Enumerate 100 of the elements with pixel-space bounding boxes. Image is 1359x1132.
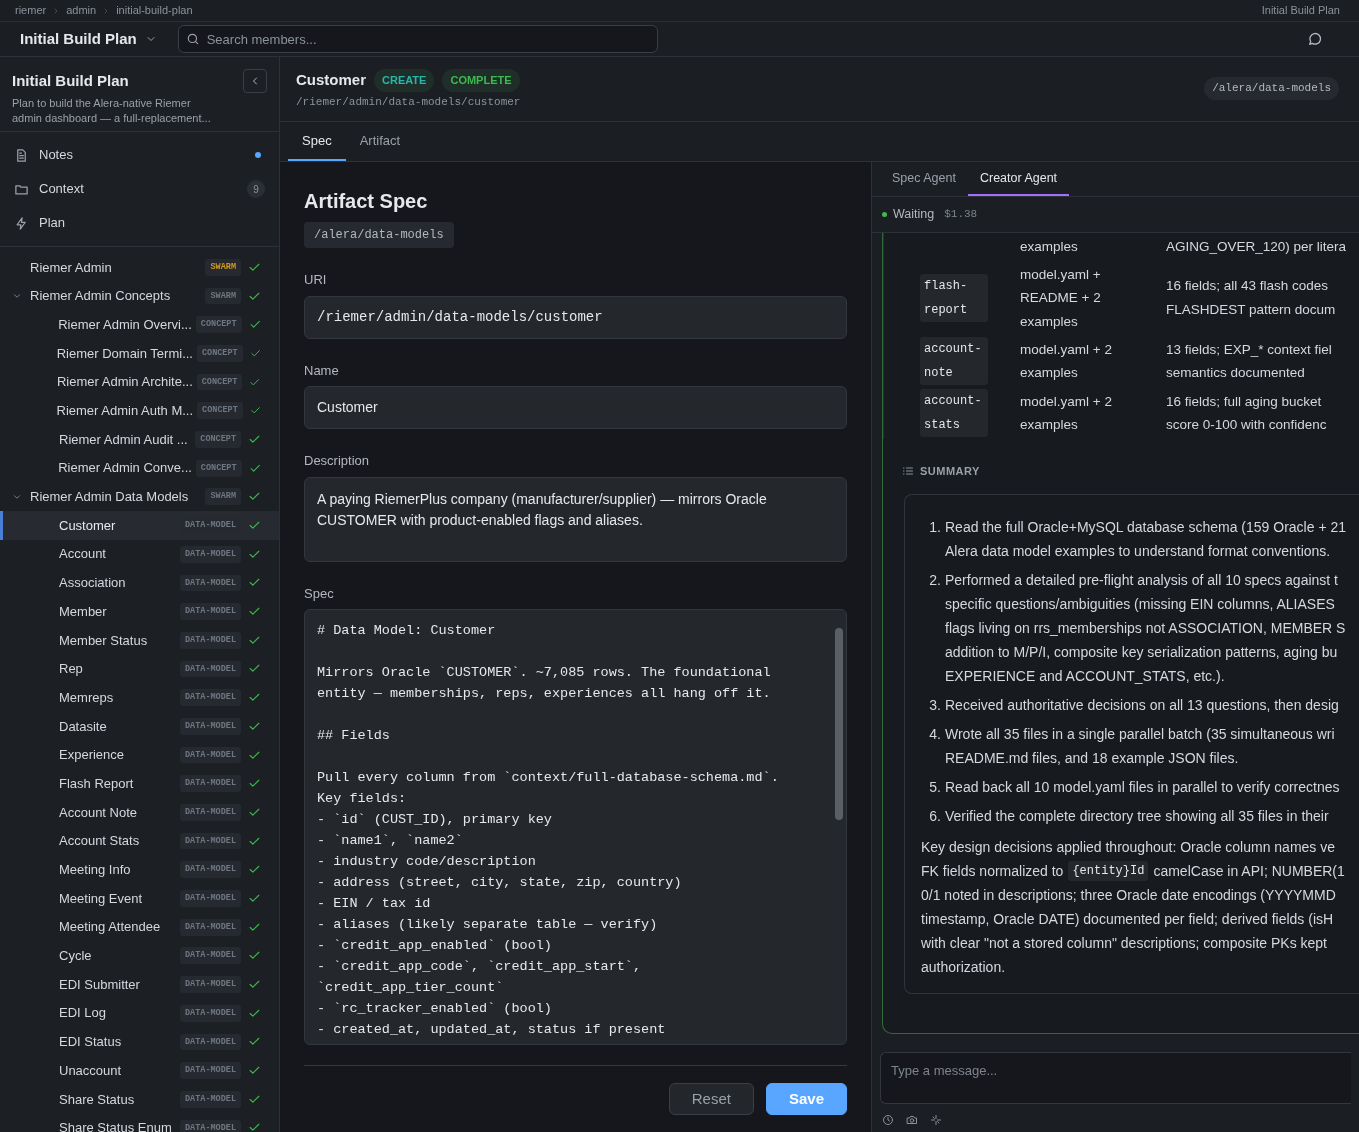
table-cell-text: model.yaml + 2 [1020, 392, 1113, 411]
tree-item[interactable]: Member Status DATA-MODEL [0, 625, 279, 655]
lightning-icon [14, 215, 29, 231]
summary-line: Received authoritative decisions on all 13 questions, then desig [945, 695, 1339, 715]
input-field[interactable]: Customer [304, 386, 847, 429]
tree-item[interactable]: EDI Submitter DATA-MODEL [0, 970, 279, 999]
tree-item[interactable]: Riemer Admin Audit ... CONCEPT [0, 425, 279, 454]
summary-line: Performed a detailed pre-flight analysis of all 10 specs against t [945, 570, 1339, 590]
project-switcher[interactable]: Initial Build Plan [20, 27, 157, 51]
field-label: Name [304, 361, 340, 380]
type-tag: DATA-MODEL [180, 660, 241, 678]
tree-item[interactable]: Unaccount DATA-MODEL [0, 1056, 279, 1085]
tree-item[interactable]: EDI Status DATA-MODEL [0, 1027, 279, 1057]
tree-item[interactable]: Account Stats DATA-MODEL [0, 826, 279, 856]
nav-item[interactable]: Notes [0, 138, 279, 172]
tree-item[interactable]: Rep DATA-MODEL [0, 654, 279, 684]
tree-item[interactable]: Share Status Enum DATA-MODEL [0, 1113, 279, 1132]
tree-item[interactable]: Riemer Admin SWARM [0, 253, 279, 282]
type-tag: DATA-MODEL [180, 832, 241, 850]
tree-item[interactable]: Account DATA-MODEL [0, 539, 279, 569]
table-cell-text: semantics documented [1166, 364, 1306, 382]
camera-icon[interactable] [906, 1114, 918, 1126]
tree-item[interactable]: Experience DATA-MODEL [0, 740, 279, 770]
list-icon [902, 465, 914, 478]
status-label: Waiting [893, 206, 935, 224]
type-tag: DATA-MODEL [180, 918, 241, 936]
tree-item[interactable]: Meeting Info DATA-MODEL [0, 855, 279, 885]
tree-item[interactable]: Riemer Admin Concepts SWARM [0, 281, 279, 311]
input-field[interactable]: /riemer/admin/data-models/customer [304, 295, 847, 339]
type-tag: CONCEPT [195, 316, 242, 334]
scrollbar[interactable] [835, 628, 843, 820]
tree-item[interactable]: Member DATA-MODEL [0, 597, 279, 626]
tree-item[interactable]: Datasite DATA-MODEL [0, 712, 279, 741]
table-cell-text: AGING_OVER_120) per litera [1166, 238, 1348, 256]
breadcrumb-link[interactable]: riemer [15, 2, 47, 19]
tree-item[interactable]: Meeting Event DATA-MODEL [0, 884, 279, 913]
tab[interactable]: Artifact [345, 122, 415, 161]
tree-item[interactable]: Memreps DATA-MODEL [0, 683, 279, 712]
type-tag: DATA-MODEL [180, 603, 241, 620]
tree-item[interactable]: Association DATA-MODEL [0, 568, 279, 598]
tree-item[interactable]: Account Note DATA-MODEL [0, 798, 279, 827]
section-heading: SUMMARY [920, 464, 980, 479]
tree-item[interactable]: Share Status DATA-MODEL [0, 1084, 279, 1114]
artifact-title: Customer [296, 70, 366, 90]
tree-item[interactable]: Customer DATA-MODEL [0, 511, 279, 540]
field-label: Description [304, 452, 371, 470]
type-tag: DATA-MODEL [180, 1090, 241, 1108]
type-tag: SWARM [205, 287, 241, 305]
location-badge: /alera/data-models [304, 222, 454, 248]
count-badge: 9 [247, 180, 265, 198]
type-tag: DATA-MODEL [180, 1062, 241, 1079]
clock-icon[interactable] [882, 1114, 894, 1126]
spec-editor[interactable]: # Data Model: Customer Mirrors Oracle `CUSTOMER`. ~7,085 rows. The foundational entity — memberships, reps, experiences all hang off it. ## Fields Pull every column from `context/full-database-schema.md`. Key fields: - `id` (CUST_ID), primary key - `name1`, `name2` - industry code/description - address (street, city, state, zip, country) - EIN / tax id - aliases (likely separate table — verify) - `credit_app_enabled` (bool) - `credit_app_code`, `credit_app_start`, `credit_app_tier_count` - `rc_tracker_enabled` (bool) - created_at, updated_at, status if present [304, 609, 847, 1045]
tree-item[interactable]: Riemer Domain Termi... CONCEPT [0, 339, 279, 368]
tree-item[interactable]: Riemer Admin Data Models SWARM [0, 482, 279, 512]
type-tag: CONCEPT [195, 459, 242, 477]
status-badge: CREATE [374, 69, 435, 92]
type-tag: CONCEPT [196, 345, 243, 362]
type-tag: CONCEPT [196, 373, 243, 391]
table-cell-text: FLASHDEST pattern docum [1166, 300, 1337, 319]
summary-line: 0/1 noted in descriptions; three Oracle date encodings (YYYYMMD [921, 885, 1336, 905]
tree-item[interactable]: Flash Report DATA-MODEL [0, 769, 279, 799]
tree-item[interactable]: Cycle DATA-MODEL [0, 941, 279, 971]
type-tag: DATA-MODEL [180, 947, 241, 965]
nav-item[interactable]: Plan [0, 206, 279, 240]
type-tag: DATA-MODEL [180, 1004, 241, 1022]
list-number: 6. [928, 806, 941, 826]
reset-button[interactable]: Reset [668, 1083, 754, 1115]
type-tag: CONCEPT [197, 402, 243, 420]
agent-tab[interactable]: Creator Agent [967, 162, 1070, 196]
tree-item[interactable]: Riemer Admin Conve... CONCEPT [0, 453, 279, 483]
list-number: 1. [928, 517, 941, 537]
type-tag: CONCEPT [195, 431, 241, 448]
tree-item[interactable]: EDI Log DATA-MODEL [0, 998, 279, 1028]
cost-label: $1.38 [944, 207, 978, 223]
search-field[interactable]: Search members... [177, 25, 658, 53]
tree-item[interactable]: Meeting Attendee DATA-MODEL [0, 912, 279, 942]
summary-line: flags living on rrs_memberships not ASSOCIATION, MEMBER S [945, 618, 1346, 638]
tree-item[interactable]: Riemer Admin Auth M... CONCEPT [0, 396, 279, 426]
table-cell-text: examples [1020, 364, 1079, 382]
chat-icon[interactable] [1307, 31, 1323, 47]
summary-line: Verified the complete directory tree showing all 35 files in their [945, 806, 1329, 826]
agent-tab[interactable]: Spec Agent [880, 162, 968, 196]
sparkle-icon[interactable] [930, 1114, 942, 1126]
text-area[interactable]: A paying RiemerPlus company (manufacturer/supplier) — mirrors Oracle CUSTOMER with product-enabled flags and aliases. [304, 476, 847, 562]
nav-item[interactable]: Context 9 [0, 172, 279, 206]
list-number: 5. [928, 777, 941, 797]
summary-line: Key design decisions applied throughout: Oracle column names ve [921, 837, 1336, 857]
breadcrumb-link[interactable]: initial-build-plan [116, 2, 193, 19]
table-cell-text: README + 2 [1020, 289, 1102, 307]
message-field[interactable]: Type a message... [880, 1052, 1351, 1104]
summary-line: Read the full Oracle+MySQL database schema (159 Oracle + 21 [945, 517, 1347, 537]
type-tag: DATA-MODEL [180, 746, 241, 764]
code-cell: flash-report [920, 273, 988, 322]
type-tag: DATA-MODEL [180, 775, 241, 793]
breadcrumb-link[interactable]: admin [66, 2, 97, 19]
tree-item[interactable]: Riemer Admin Archite... CONCEPT [0, 367, 279, 397]
tree-item[interactable]: Riemer Admin Overvi... CONCEPT [0, 310, 279, 340]
type-tag: DATA-MODEL [180, 804, 241, 821]
summary-line: timestamp, Oracle DATE) documented per field; derived fields (isH [921, 909, 1334, 929]
